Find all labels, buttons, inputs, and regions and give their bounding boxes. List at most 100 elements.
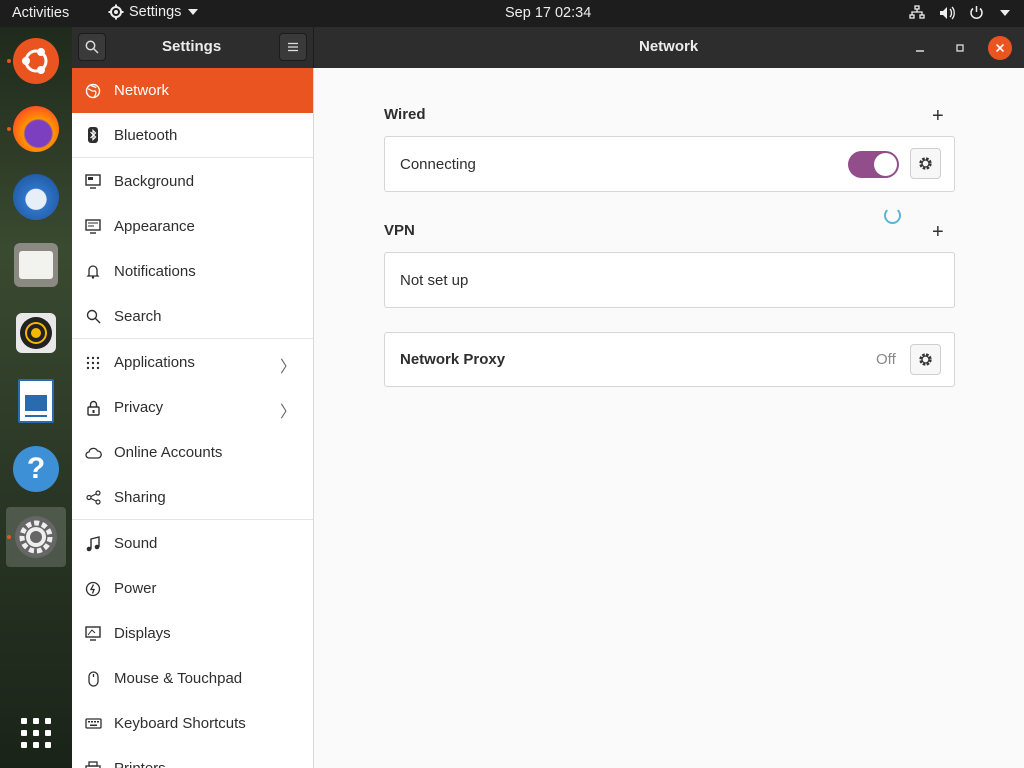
dock-settings[interactable] [6,507,66,567]
chevron-down-icon [188,9,199,15]
wired-settings-button[interactable] [910,148,941,179]
cloud-icon [72,447,114,459]
volume-icon [940,6,955,19]
display-icon [72,626,114,641]
sidebar-item-label: Appearance [114,218,195,235]
power-icon [72,581,114,597]
running-indicator [7,127,11,131]
network-icon [72,83,114,99]
sidebar-item-label: Mouse & Touchpad [114,670,243,687]
sidebar-item-sharing[interactable]: Sharing [72,475,313,520]
add-wired-button[interactable]: + [932,106,944,126]
sidebar-item-notifications[interactable]: Notifications [72,249,313,294]
app-menu-label: Settings [129,4,182,20]
dock-libreoffice-writer[interactable] [6,371,66,431]
appearance-icon [72,219,114,234]
bluetooth-icon [72,127,114,143]
wired-toggle[interactable] [848,151,899,178]
settings-icon [15,516,57,558]
share-icon [72,489,114,505]
chevron-right-icon: 〉 [279,404,296,421]
settings-window: Settings Network Network Bluetooth Backg… [72,27,1024,768]
settings-sidebar: Network Bluetooth Background Appearance … [72,68,314,768]
network-proxy-settings-button[interactable] [910,344,941,375]
sidebar-item-label: Notifications [114,263,196,280]
dock-thunderbird[interactable] [6,167,66,227]
sidebar-item-label: Sharing [114,488,166,506]
search-icon [72,309,114,324]
wired-section-title: Wired [384,106,426,123]
printer-icon [72,761,114,768]
sidebar-item-privacy[interactable]: Privacy 〉 [72,385,313,430]
keyboard-icon [72,718,114,729]
dock-files[interactable] [6,235,66,295]
sidebar-item-label: Background [114,173,195,190]
sidebar-item-printers[interactable]: Printers [72,746,313,768]
sidebar-item-online-accounts[interactable]: Online Accounts [72,430,313,475]
sidebar-item-network[interactable]: Network [72,68,313,113]
sidebar-item-sound[interactable]: Sound [72,521,313,566]
vpn-section-title: VPN [384,222,415,239]
sidebar-item-search[interactable]: Search [72,294,313,339]
dock-rhythmbox[interactable] [6,303,66,363]
maximize-button[interactable] [948,36,972,60]
help-icon: ? [13,446,59,492]
sidebar-item-label: Keyboard Shortcuts [114,715,246,732]
dock-ubuntu-software[interactable] [6,31,66,91]
top-bar: Activities Settings Sep 17 02:34 [0,0,1024,27]
clock[interactable]: Sep 17 02:34 [505,5,591,21]
dock: ? [0,27,72,768]
sidebar-item-mouse-touchpad[interactable]: Mouse & Touchpad [72,656,313,701]
search-button[interactable] [78,33,106,61]
sidebar-item-bluetooth[interactable]: Bluetooth [72,113,313,158]
activities-button[interactable]: Activities [12,5,69,21]
close-button[interactable] [988,36,1012,60]
chevron-down-icon [1000,9,1010,16]
sidebar-item-label: Displays [114,625,171,642]
hamburger-icon [288,42,298,52]
minimize-button[interactable] [908,36,932,60]
sidebar-item-keyboard-shortcuts[interactable]: Keyboard Shortcuts [72,701,313,746]
vpn-status: Not set up [400,272,469,289]
sidebar-item-label: Sound [114,535,158,552]
ubuntu-software-icon [13,38,59,84]
grid-icon [72,356,114,370]
dock-firefox[interactable] [6,99,66,159]
sidebar-item-background[interactable]: Background [72,159,313,204]
menu-button[interactable] [279,33,307,61]
lock-icon [72,400,114,416]
search-icon [85,40,99,54]
network-proxy-row[interactable]: Network Proxy Off [384,332,955,387]
system-tray[interactable] [909,5,1010,20]
sidebar-item-power[interactable]: Power [72,566,313,611]
network-proxy-value: Off [876,351,896,368]
toggle-knob [874,153,897,176]
app-menu[interactable]: Settings [108,4,199,20]
sidebar-item-label: Search [114,307,162,325]
add-vpn-button[interactable]: + [932,222,944,242]
show-applications-button[interactable] [6,703,66,763]
running-indicator [7,535,11,539]
bell-icon [72,264,114,279]
sidebar-item-applications[interactable]: Applications 〉 [72,340,313,385]
thunderbird-icon [13,174,59,220]
sidebar-item-displays[interactable]: Displays [72,611,313,656]
mouse-icon [72,670,114,687]
gear-icon [919,353,932,366]
power-icon [970,6,983,19]
sidebar-item-appearance[interactable]: Appearance [72,204,313,249]
sidebar-item-label: Bluetooth [114,126,178,144]
sidebar-item-label: Online Accounts [114,444,223,461]
rhythmbox-icon [16,313,56,353]
monitor-icon [72,174,114,189]
gear-icon [108,4,124,20]
network-panel: Wired + Connecting VPN + Not set up Netw… [315,68,1024,768]
header-bar: Settings Network [72,27,1024,68]
loading-spinner-icon [884,207,901,224]
running-indicator [7,59,11,63]
dock-help[interactable]: ? [6,439,66,499]
libreoffice-writer-icon [18,379,54,423]
sidebar-item-label: Power [114,580,157,597]
sidebar-item-label: Printers [114,760,313,768]
sidebar-title: Settings [162,38,222,55]
